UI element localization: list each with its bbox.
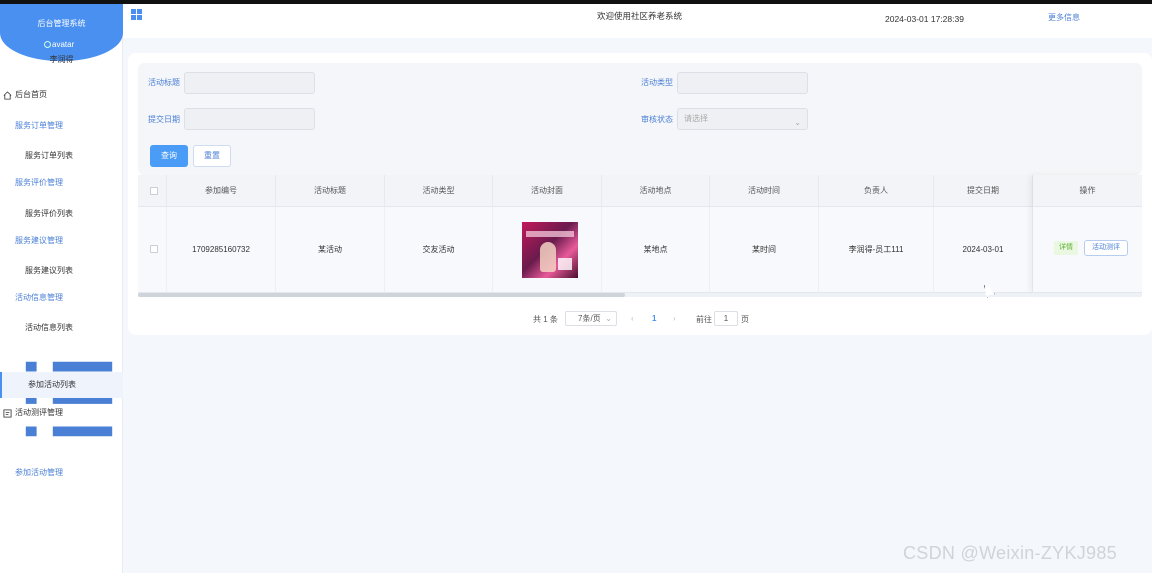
activity-title-input[interactable] [184, 72, 315, 94]
detail-button[interactable]: 详情 [1054, 241, 1078, 255]
page-suffix: 页 [741, 315, 749, 324]
table-header: 参加编号 活动标题 活动类型 活动封面 活动地点 活动时间 负责人 提交日期 操… [138, 175, 1142, 207]
activity-title-label: 活动标题 [148, 78, 180, 87]
cell-owner: 李润得-员工111 [819, 207, 934, 293]
sidebar: 后台管理系统 avatar 李润得 后台首页 服务订单管理 服务订单列表 服务评… [0, 4, 123, 573]
sidebar-item-service-review-list[interactable]: 服务评价列表 [0, 203, 123, 225]
query-button[interactable]: 查询 [150, 145, 188, 167]
sidebar-item-label: 参加活动管理 [15, 468, 63, 477]
submit-date-input[interactable] [184, 108, 315, 130]
chevron-down-icon: ⌄ [605, 314, 612, 323]
watermark: CSDN @Weixin-ZYKJ985 [903, 543, 1117, 563]
sidebar-brand: 后台管理系统 avatar 李润得 [0, 4, 123, 64]
sidebar-item-service-orders[interactable]: 服务订单管理 [0, 115, 123, 137]
chevron-down-icon: ⌄ [794, 118, 801, 127]
column-header[interactable]: 活动地点 [602, 175, 710, 207]
review-status-label: 审核状态 [641, 115, 673, 124]
activity-type-input[interactable] [677, 72, 808, 94]
review-status-select[interactable]: 请选择 ⌄ [677, 108, 808, 130]
sidebar-item-service-reviews[interactable]: 服务评价管理 [0, 172, 123, 194]
header-select-all [138, 175, 167, 207]
sidebar-item-label: 服务订单列表 [25, 151, 73, 160]
page-size-value: 7条/页 [578, 314, 601, 323]
avatar-alt-text: avatar [52, 40, 75, 49]
row-checkbox[interactable] [150, 245, 158, 253]
page-title: 欢迎使用社区养老系统 [597, 11, 683, 21]
content-card: 活动标题 活动类型 提交日期 审核状态 请选择 ⌄ 查询 重置 参加编号 活动标… [128, 53, 1152, 335]
cell-title: 某活动 [276, 207, 385, 293]
datetime: 2024-03-01 17:28:39 [885, 14, 964, 24]
avatar: avatar [44, 40, 74, 49]
brand-title: 后台管理系统 [37, 19, 86, 28]
sidebar-item-label: 参加活动列表 [28, 380, 76, 389]
home-icon [3, 91, 12, 100]
data-table: 参加编号 活动标题 活动类型 活动封面 活动地点 活动时间 负责人 提交日期 操… [138, 175, 1142, 299]
sidebar-item-label: 活动信息管理 [15, 293, 63, 302]
sidebar-item-label: 服务评价列表 [25, 209, 73, 218]
main-content: 活动标题 活动类型 提交日期 审核状态 请选择 ⌄ 查询 重置 参加编号 活动标… [123, 38, 1152, 573]
sidebar-item-label: 服务评价管理 [15, 178, 63, 187]
column-header[interactable]: 参加编号 [167, 175, 276, 207]
sidebar-item-participation[interactable]: 参加活动管理 [0, 345, 123, 477]
activity-type-label: 活动类型 [641, 78, 673, 87]
page-size-select[interactable]: 7条/页 ⌄ [565, 311, 617, 326]
sidebar-item-label: 活动测评管理 [15, 408, 63, 417]
column-header[interactable]: 提交日期 [934, 175, 1033, 207]
table-row: 1709285160732 某活动 交友活动 某地点 某时间 李润得-员工111… [138, 207, 1142, 293]
pagination-total: 共 1 条 [533, 315, 558, 324]
prev-page-button[interactable]: ‹ [631, 314, 634, 323]
sidebar-item-service-order-list[interactable]: 服务订单列表 [0, 145, 123, 167]
page-jump-input[interactable]: 1 [714, 311, 738, 326]
cell-type: 交友活动 [385, 207, 493, 293]
username: 李润得 [49, 55, 74, 64]
evaluate-button[interactable]: 活动测评 [1084, 240, 1128, 256]
operations-column [1033, 175, 1142, 293]
column-header[interactable]: 活动时间 [710, 175, 819, 207]
column-header[interactable]: 负责人 [819, 175, 934, 207]
search-panel: 活动标题 活动类型 提交日期 审核状态 请选择 ⌄ 查询 重置 [138, 63, 1142, 175]
list-icon [25, 361, 113, 437]
broken-image-icon [44, 41, 51, 48]
sidebar-item-service-suggestions[interactable]: 服务建议管理 [0, 230, 123, 252]
sidebar-item-participation-list[interactable]: 参加活动列表 [0, 372, 123, 398]
current-page[interactable]: 1 [652, 314, 656, 323]
submit-date-label: 提交日期 [148, 115, 180, 124]
cell-location: 某地点 [602, 207, 710, 293]
sidebar-item-service-suggestion-list[interactable]: 服务建议列表 [0, 260, 123, 282]
mouse-cursor-icon [985, 285, 993, 295]
sidebar-item-label: 服务建议管理 [15, 236, 63, 245]
sidebar-item-activity-evaluation[interactable]: 活动测评管理 [0, 402, 123, 424]
cell-date: 2024-03-01 [934, 207, 1033, 293]
sidebar-item-home[interactable]: 后台首页 [0, 84, 123, 106]
next-page-button[interactable]: › [673, 314, 676, 323]
column-header[interactable]: 活动类型 [385, 175, 493, 207]
cell-id: 1709285160732 [167, 207, 276, 293]
sidebar-item-activity-info-list[interactable]: 活动信息列表 [0, 317, 123, 339]
cell-time: 某时间 [710, 207, 819, 293]
sidebar-item-activity-info[interactable]: 活动信息管理 [0, 287, 123, 309]
column-header[interactable]: 活动封面 [493, 175, 602, 207]
select-all-checkbox[interactable] [150, 187, 158, 195]
select-placeholder: 请选择 [684, 114, 708, 123]
sidebar-item-label: 服务订单管理 [15, 121, 63, 130]
scrollbar-thumb[interactable] [138, 293, 625, 297]
pagination: 共 1 条 7条/页 ⌄ ‹ 1 › 前往 1 页 [128, 311, 1152, 327]
more-info-link[interactable]: 更多信息 [1048, 12, 1080, 23]
column-header[interactable]: 活动标题 [276, 175, 385, 207]
form-icon [3, 409, 12, 418]
activity-cover-image[interactable] [522, 222, 578, 278]
row-select-cell [138, 207, 167, 293]
sidebar-item-label: 服务建议列表 [25, 266, 73, 275]
goto-label: 前往 [696, 315, 712, 324]
menu-toggle-icon[interactable] [131, 9, 142, 20]
sidebar-item-label: 活动信息列表 [25, 323, 73, 332]
reset-button[interactable]: 重置 [193, 145, 231, 167]
sidebar-item-label: 后台首页 [15, 90, 47, 99]
top-header: 欢迎使用社区养老系统 2024-03-01 17:28:39 更多信息 [123, 4, 1152, 38]
